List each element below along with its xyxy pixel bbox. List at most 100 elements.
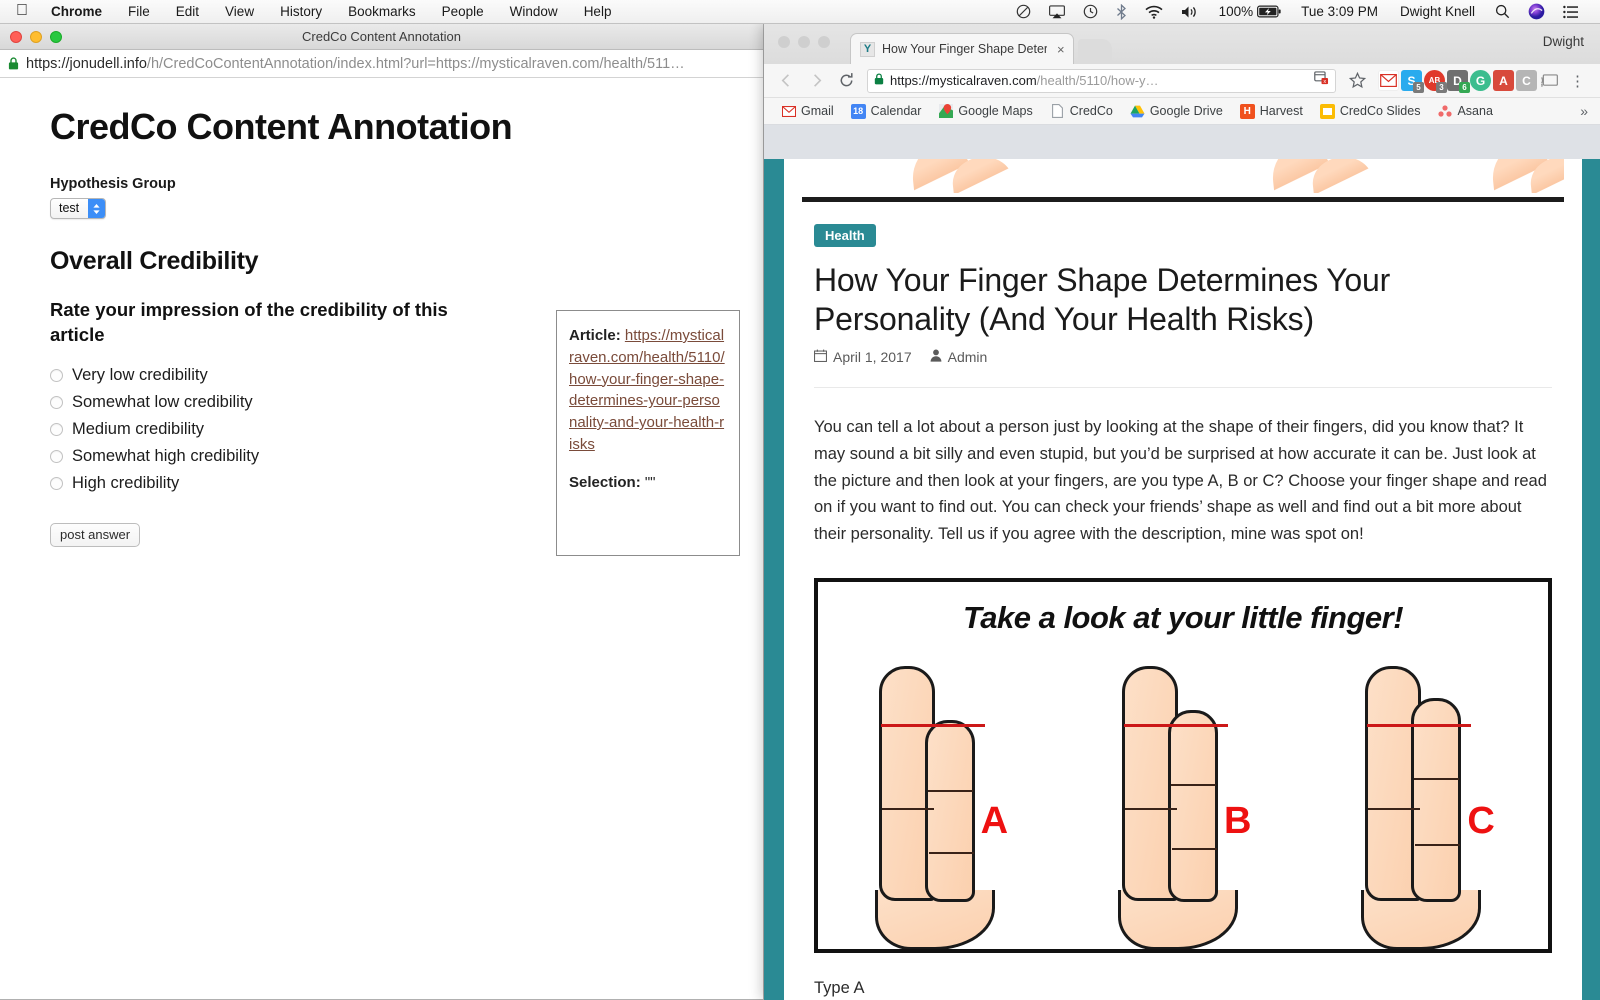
address-bar[interactable]: https://mysticalraven.com/health/5110/ho… — [867, 68, 1336, 93]
menu-bar-left:  Chrome File Edit View History Bookmark… — [0, 0, 624, 24]
hypothesis-group-select[interactable]: test — [50, 198, 107, 219]
next-section-heading: Type A — [814, 978, 865, 997]
battery-icon[interactable] — [1257, 0, 1290, 24]
screen-root:  Chrome File Edit View History Bookmark… — [0, 0, 1600, 1000]
time-machine-icon[interactable] — [1074, 0, 1107, 24]
bluetooth-icon[interactable] — [1107, 0, 1136, 24]
page-title: CredCo Content Annotation — [50, 106, 513, 147]
wifi-icon[interactable] — [1136, 0, 1172, 24]
bookmark-credco-slides[interactable]: CredCo Slides — [1313, 102, 1428, 121]
bookmark-label: Gmail — [801, 104, 834, 118]
article-url-link[interactable]: https://mysticalraven.com/health/5110/ho… — [569, 327, 725, 453]
clipboard-extension-icon[interactable]: C — [1516, 70, 1537, 91]
finger-type-letter: C — [1467, 799, 1495, 842]
bookmarks-bar[interactable]: Gmail 18 Calendar Google Maps CredCo Goo… — [764, 98, 1600, 125]
post-answer-button[interactable]: post answer — [50, 522, 141, 547]
cast-extension-icon[interactable] — [1539, 70, 1560, 91]
do-not-disturb-icon[interactable] — [1007, 0, 1040, 24]
adblock-extension-icon[interactable]: AB 3 — [1424, 70, 1447, 93]
dictionary-extension-icon[interactable]: A — [1493, 70, 1514, 91]
menu-item-edit[interactable]: Edit — [163, 0, 212, 24]
chrome-toolbar[interactable]: https://mysticalraven.com/health/5110/ho… — [764, 64, 1600, 98]
knuckle-line — [1414, 777, 1460, 780]
close-tab-icon[interactable]: × — [1054, 42, 1065, 57]
bookmarks-overflow-chevron-icon[interactable]: » — [1580, 103, 1590, 119]
radio-button-icon[interactable] — [50, 422, 63, 436]
bookmark-calendar[interactable]: 18 Calendar — [844, 102, 929, 121]
notification-center-icon[interactable] — [1554, 0, 1588, 24]
chrome-maximize-button[interactable] — [818, 36, 830, 48]
airplay-icon[interactable] — [1040, 0, 1074, 24]
bookmark-asana[interactable]: Asana — [1430, 102, 1499, 121]
apple-logo-icon[interactable]:  — [14, 0, 38, 23]
grammarly-extension-icon[interactable]: G — [1470, 70, 1491, 91]
back-icon[interactable] — [773, 68, 799, 94]
hero-image-crop — [802, 159, 1564, 193]
menu-item-view[interactable]: View — [212, 0, 267, 24]
bookmark-label: Google Drive — [1149, 104, 1223, 118]
pinky-finger-shape — [1167, 709, 1218, 902]
article-meta: April 1, 2017 Admin — [814, 349, 1552, 365]
document-icon — [1050, 104, 1065, 119]
finger-type-b-illustration: B — [1108, 658, 1258, 949]
blocked-cookies-icon[interactable]: x — [1314, 71, 1329, 90]
article-author: Admin — [930, 349, 987, 365]
radio-label: Somewhat low credibility — [72, 392, 253, 411]
menu-item-bookmarks[interactable]: Bookmarks — [335, 0, 429, 24]
extension-icons-row[interactable]: S5 AB 3 D6 G A C — [1374, 70, 1560, 93]
menu-item-help[interactable]: Help — [571, 0, 625, 24]
reference-red-line — [880, 723, 985, 727]
menu-bar-username[interactable]: Dwight Knell — [1389, 0, 1486, 24]
radio-button-icon[interactable] — [50, 368, 63, 382]
docs-extension-icon[interactable]: D6 — [1447, 70, 1470, 93]
bookmark-star-icon[interactable] — [1344, 68, 1370, 94]
new-tab-button[interactable] — [1077, 39, 1112, 61]
menu-item-file[interactable]: File — [115, 0, 163, 24]
gmail-icon — [781, 104, 796, 119]
radio-button-icon[interactable] — [50, 449, 63, 463]
radio-label: Very low credibility — [72, 365, 208, 384]
gmail-checker-extension-icon[interactable] — [1378, 70, 1399, 91]
figure-caption: Take a look at your little finger! — [962, 599, 1404, 635]
spotlight-search-icon[interactable] — [1486, 0, 1519, 24]
menu-item-window[interactable]: Window — [497, 0, 571, 24]
left-window-titlebar[interactable]: CredCo Content Annotation — [0, 24, 763, 50]
menu-item-history[interactable]: History — [267, 0, 335, 24]
bookmark-harvest[interactable]: H Harvest — [1233, 102, 1310, 121]
skype-extension-icon[interactable]: S5 — [1401, 70, 1424, 93]
chrome-close-button[interactable] — [778, 36, 790, 48]
menu-item-people[interactable]: People — [429, 0, 497, 24]
browser-tab-active[interactable]: Y How Your Finger Shape Determ × — [850, 33, 1074, 64]
radio-button-icon[interactable] — [50, 476, 63, 490]
chrome-menu-icon[interactable]: ⋮ — [1564, 72, 1591, 90]
extension-badge: 3 — [1436, 82, 1447, 93]
finger-type-c-illustration: C — [1351, 658, 1501, 949]
bookmark-gmail[interactable]: Gmail — [774, 102, 841, 121]
left-window-url-bar[interactable]: https://jonudell.info/h/CredCoContentAnn… — [0, 50, 763, 78]
chrome-tab-strip[interactable]: Y How Your Finger Shape Determ × Dwight — [764, 24, 1600, 64]
chrome-browser-window[interactable]: Y How Your Finger Shape Determ × Dwight — [764, 24, 1600, 1000]
siri-icon[interactable] — [1519, 0, 1554, 24]
lock-icon — [8, 57, 19, 70]
credco-annotation-window[interactable]: CredCo Content Annotation https://jonude… — [0, 24, 764, 1000]
menu-bar-clock[interactable]: Tue 3:09 PM — [1290, 0, 1389, 24]
radio-button-icon[interactable] — [50, 395, 63, 409]
bookmark-google-maps[interactable]: Google Maps — [931, 102, 1039, 121]
left-window-url[interactable]: https://jonudell.info/h/CredCoContentAnn… — [26, 56, 685, 72]
selection-info-line: Selection: "" — [569, 472, 727, 494]
reload-icon[interactable] — [833, 68, 859, 94]
finger-type-a-illustration: A — [865, 658, 1015, 949]
volume-icon[interactable] — [1172, 0, 1208, 24]
harvest-icon: H — [1239, 103, 1255, 119]
category-badge-health[interactable]: Health — [814, 224, 876, 247]
chrome-minimize-button[interactable] — [798, 36, 810, 48]
chrome-profile-name[interactable]: Dwight — [1543, 34, 1584, 49]
article-content: Health How Your Finger Shape Determines … — [784, 202, 1582, 998]
forward-icon[interactable] — [803, 68, 829, 94]
bookmark-credco[interactable]: CredCo — [1043, 102, 1120, 121]
credibility-question: Rate your impression of the credibility … — [50, 299, 448, 345]
chrome-traffic-lights[interactable] — [778, 36, 830, 48]
menu-item-chrome[interactable]: Chrome — [38, 0, 115, 24]
user-icon — [930, 349, 942, 365]
bookmark-google-drive[interactable]: Google Drive — [1123, 102, 1230, 121]
